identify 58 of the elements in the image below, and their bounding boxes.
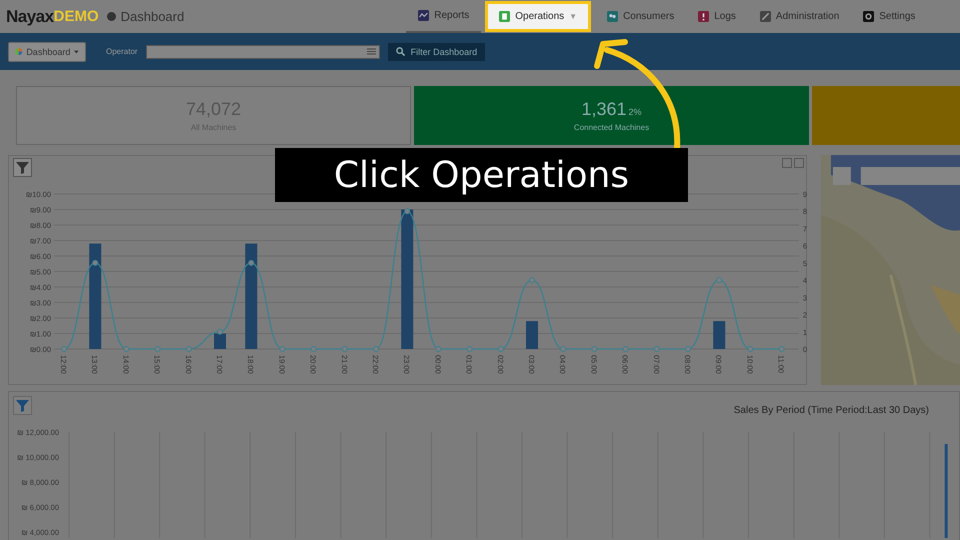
data-point [716,277,722,284]
instruction-callout: Click Operations [275,148,688,202]
zoom-control-icon[interactable] [794,158,804,168]
data-point [342,346,348,352]
data-point [466,346,473,352]
data-point [778,346,785,352]
data-point [622,346,629,352]
nav-tab[interactable]: Settings [851,0,928,33]
operator-label: Operator [106,47,138,56]
data-point [591,346,598,352]
data-point [498,346,504,352]
data-point [373,346,379,352]
logo-suffix: DEMO [54,8,99,25]
chart-bar [713,321,726,349]
dashboard-select[interactable]: Dashboard [8,42,86,62]
data-point [654,346,660,352]
logo: Nayax [6,6,54,26]
nav-tab[interactable]: Logs [686,0,748,33]
data-point [217,328,223,335]
data-point [186,346,192,352]
nav-tab[interactable]: Administration [748,0,852,33]
filter-icon[interactable] [13,158,32,177]
pie-icon [15,46,22,57]
admin-icon [760,11,771,22]
chart-bar [526,321,538,349]
data-point [279,346,286,352]
list-icon [366,48,376,55]
filter-icon[interactable] [13,396,32,415]
nav-tab[interactable]: Operations ▼ [485,1,592,32]
data-point [747,346,754,352]
line-chart-icon [418,10,430,21]
zoom-control-icon[interactable] [782,158,792,168]
kpi-value: 1,361 2% [581,99,642,120]
data-point [529,277,535,284]
data-point [61,346,67,352]
alert-icon [698,11,710,22]
page-title: Dashboard [120,9,184,24]
data-point [123,346,130,352]
data-point [404,208,410,214]
search-icon [396,47,405,56]
nav-tab[interactable]: Consumers [595,0,686,33]
people-icon [607,11,618,22]
chart-bar [214,334,226,349]
data-point [560,346,566,352]
data-point [435,346,442,352]
operator-field[interactable] [146,44,380,58]
data-point [310,346,317,352]
data-point [248,260,254,266]
dot-icon [106,12,116,21]
caret-icon [74,50,79,54]
data-point [92,260,98,266]
kpi-label: Connected Machines [574,123,650,132]
settings-icon [863,11,874,22]
chart-title: Sales By Period (Time Period:Last 30 Days) [734,405,929,416]
clipboard-icon [499,11,510,22]
filter-button[interactable]: Filter Dashboard [388,42,486,60]
data-point [685,346,691,352]
data-point [154,346,161,352]
